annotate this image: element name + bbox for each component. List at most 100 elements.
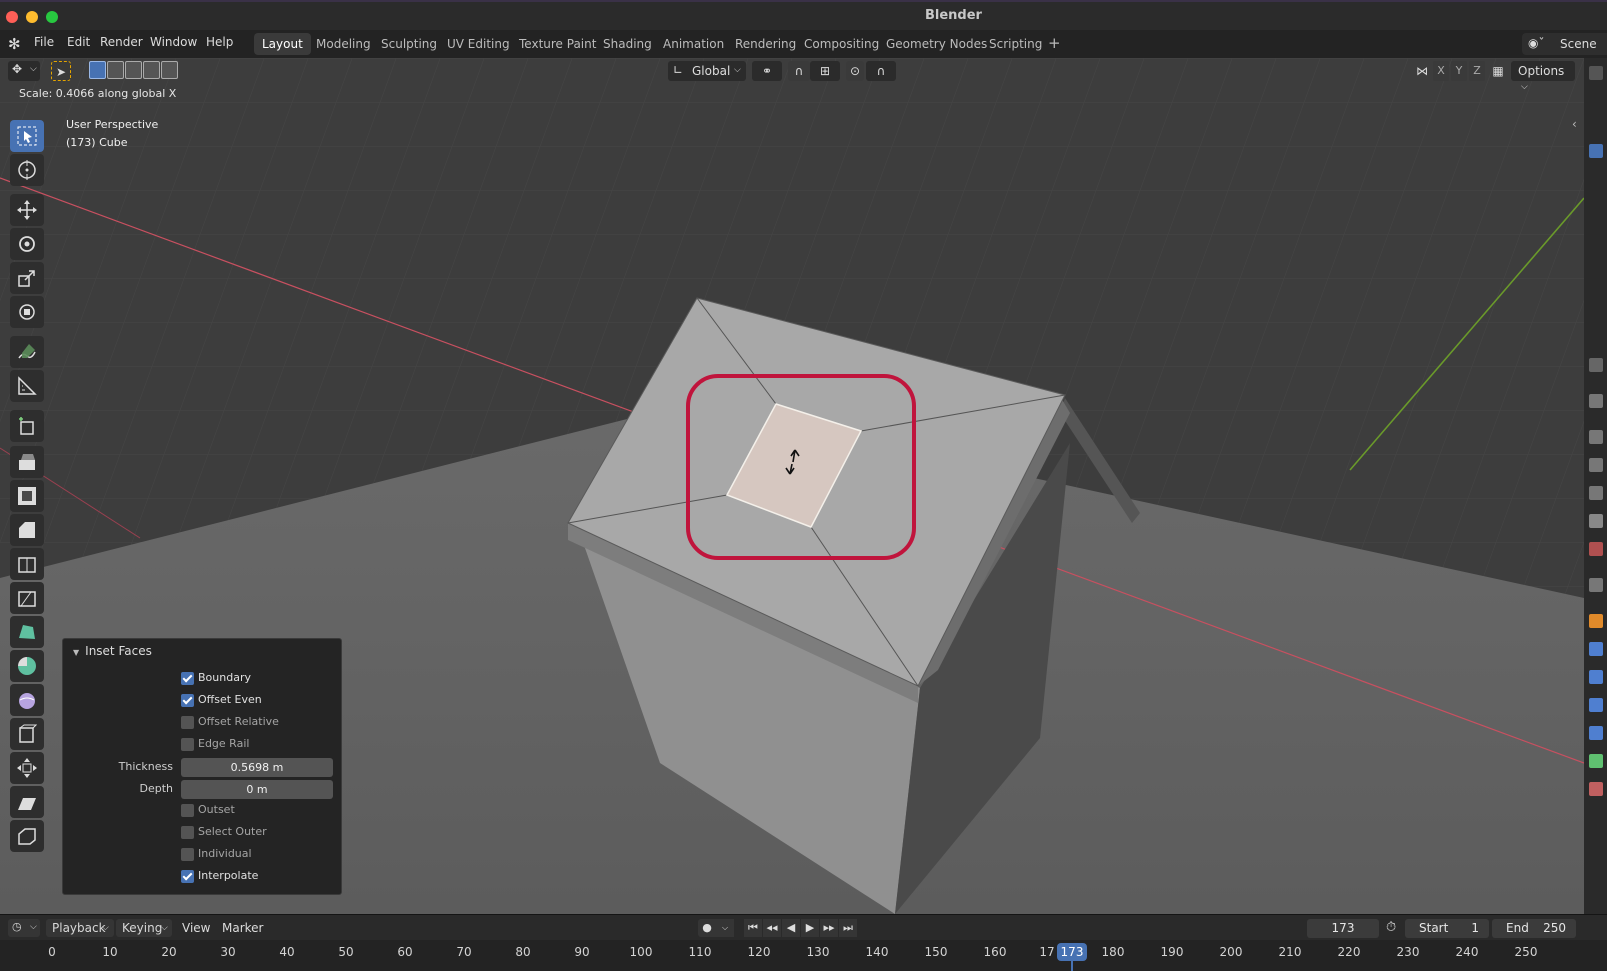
interpolate-checkbox[interactable] — [181, 870, 194, 883]
tool-loop-cut[interactable] — [10, 548, 44, 580]
tool-add-cube[interactable] — [10, 410, 44, 442]
select-mode-subtract-button[interactable] — [125, 61, 142, 79]
edge-rail-option[interactable]: Edge Rail — [63, 735, 343, 755]
mirror-z-button[interactable]: Z — [1469, 61, 1485, 81]
jump-end-button[interactable]: ⏭ — [839, 919, 857, 937]
select-mode-new-button[interactable] — [89, 61, 106, 79]
record-button[interactable]: ● — [698, 919, 716, 937]
select-mode-intersect-button[interactable] — [161, 61, 178, 79]
menu-help[interactable]: Help — [206, 35, 233, 49]
boundary-checkbox[interactable] — [181, 672, 194, 685]
tool-rotate[interactable] — [10, 228, 44, 260]
outset-option[interactable]: Outset — [63, 801, 343, 821]
tool-bevel[interactable] — [10, 514, 44, 546]
data-properties-icon[interactable] — [1589, 754, 1603, 768]
tool-inset[interactable] — [10, 480, 44, 512]
offset-relative-option[interactable]: Offset Relative — [63, 713, 343, 733]
tool-settings-icon[interactable] — [1589, 394, 1603, 408]
depth-field[interactable]: 0 m — [181, 780, 333, 799]
outliner-icon[interactable] — [1589, 358, 1603, 372]
menu-file[interactable]: File — [34, 35, 54, 49]
tool-edge-slide[interactable] — [10, 718, 44, 750]
current-frame-indicator[interactable]: 173 — [1057, 943, 1087, 961]
scene-selector[interactable]: ◉ˇ Scene — [1522, 33, 1607, 55]
tab-shading[interactable]: Shading — [595, 33, 660, 55]
add-workspace-icon[interactable]: + — [1048, 34, 1061, 52]
modifier-properties-icon[interactable] — [1589, 642, 1603, 656]
start-frame-field[interactable]: Start 1 — [1405, 919, 1489, 938]
menu-edit[interactable]: Edit — [67, 35, 90, 49]
menu-render[interactable]: Render — [100, 35, 143, 49]
select-tool-mode-button[interactable]: ➤ — [51, 61, 71, 81]
sidebar-toggle-icon[interactable] — [1589, 66, 1603, 80]
tab-uv-editing[interactable]: UV Editing — [439, 33, 518, 55]
current-frame-field[interactable]: 173 — [1307, 919, 1379, 938]
interpolate-option[interactable]: Interpolate — [63, 867, 343, 887]
snap-toggle-button[interactable]: ∩ — [788, 61, 810, 81]
individual-checkbox[interactable] — [181, 848, 194, 861]
tab-layout[interactable]: Layout — [254, 33, 311, 55]
tool-rip-region[interactable] — [10, 820, 44, 852]
scene-properties-icon[interactable] — [1589, 514, 1603, 528]
outset-checkbox[interactable] — [181, 804, 194, 817]
physics-icon[interactable] — [1589, 698, 1603, 712]
tab-sculpting[interactable]: Sculpting — [373, 33, 445, 55]
tab-geometry-nodes[interactable]: Geometry Nodes — [878, 33, 995, 55]
jump-start-button[interactable]: ⏮ — [744, 919, 762, 937]
transform-orientation-dropdown[interactable]: ∟ Global ⌵ — [668, 61, 746, 81]
select-outer-checkbox[interactable] — [181, 826, 194, 839]
material-properties-icon[interactable] — [1589, 782, 1603, 796]
object-properties-icon[interactable] — [1589, 614, 1603, 628]
timeline-ruler[interactable]: 0 10 20 30 40 50 60 70 80 90 100 110 120… — [0, 940, 1607, 971]
particles-icon[interactable] — [1589, 670, 1603, 684]
individual-option[interactable]: Individual — [63, 845, 343, 865]
prev-keyframe-button[interactable]: ◂◂ — [763, 919, 781, 937]
world-properties-icon[interactable] — [1589, 542, 1603, 556]
record-options-icon[interactable]: ⌵ — [716, 919, 734, 937]
next-keyframe-button[interactable]: ▸▸ — [820, 919, 838, 937]
tool-annotate[interactable] — [10, 336, 44, 368]
render-properties-icon[interactable] — [1589, 430, 1603, 444]
tool-transform[interactable] — [10, 296, 44, 328]
3d-viewport[interactable]: ‹ ✥ ⌵ ➤ ∟ Global ⌵ ⚭ ∩ ⊞ ⊙ ∩ ⋈ X Y Z ▦ O… — [0, 58, 1584, 914]
tool-tab-icon[interactable] — [1589, 144, 1603, 158]
select-mode-invert-button[interactable] — [143, 61, 160, 79]
offset-even-option[interactable]: Offset Even — [63, 691, 343, 711]
tab-compositing[interactable]: Compositing — [796, 33, 887, 55]
mirror-icon[interactable]: ⋈ — [1413, 61, 1431, 81]
select-mode-extend-button[interactable] — [107, 61, 124, 79]
tab-modeling[interactable]: Modeling — [308, 33, 379, 55]
collection-properties-icon[interactable] — [1589, 578, 1603, 592]
falloff-button[interactable]: ∩ — [866, 61, 896, 81]
menu-window[interactable]: Window — [150, 35, 197, 49]
stopwatch-icon[interactable]: ⏱ — [1386, 920, 1396, 935]
tool-cursor[interactable] — [10, 154, 44, 186]
boundary-option[interactable]: Boundary — [63, 669, 343, 689]
play-reverse-button[interactable]: ◀ — [782, 919, 800, 937]
tool-extrude[interactable] — [10, 446, 44, 478]
options-dropdown[interactable]: Options ⌵ — [1511, 61, 1575, 92]
offset-relative-checkbox[interactable] — [181, 716, 194, 729]
panel-header[interactable]: ▼ Inset Faces — [73, 644, 152, 658]
auto-merge-icon[interactable]: ▦ — [1489, 61, 1507, 81]
tab-texture-paint[interactable]: Texture Paint — [511, 33, 604, 55]
tab-animation[interactable]: Animation — [655, 33, 732, 55]
pivot-point-button[interactable]: ⚭ — [752, 61, 782, 81]
mirror-y-button[interactable]: Y — [1451, 61, 1467, 81]
timeline-editor-type-button[interactable]: ◷ ⌵ — [8, 919, 40, 937]
mirror-x-button[interactable]: X — [1433, 61, 1449, 81]
proportional-edit-button[interactable]: ⊙ — [846, 61, 864, 81]
tool-poly-build[interactable] — [10, 616, 44, 648]
play-button[interactable]: ▶ — [801, 919, 819, 937]
tool-move[interactable] — [10, 194, 44, 226]
tool-select-box[interactable] — [10, 120, 44, 152]
tool-knife[interactable] — [10, 582, 44, 614]
tool-measure[interactable] — [10, 370, 44, 402]
editor-type-button[interactable]: ✥ ⌵ — [8, 61, 40, 81]
timeline-marker-menu[interactable]: Marker — [222, 921, 263, 935]
select-outer-option[interactable]: Select Outer — [63, 823, 343, 843]
tab-scripting[interactable]: Scripting — [981, 33, 1050, 55]
snap-target-button[interactable]: ⊞ — [810, 61, 840, 81]
tab-rendering[interactable]: Rendering — [727, 33, 804, 55]
output-properties-icon[interactable] — [1589, 458, 1603, 472]
